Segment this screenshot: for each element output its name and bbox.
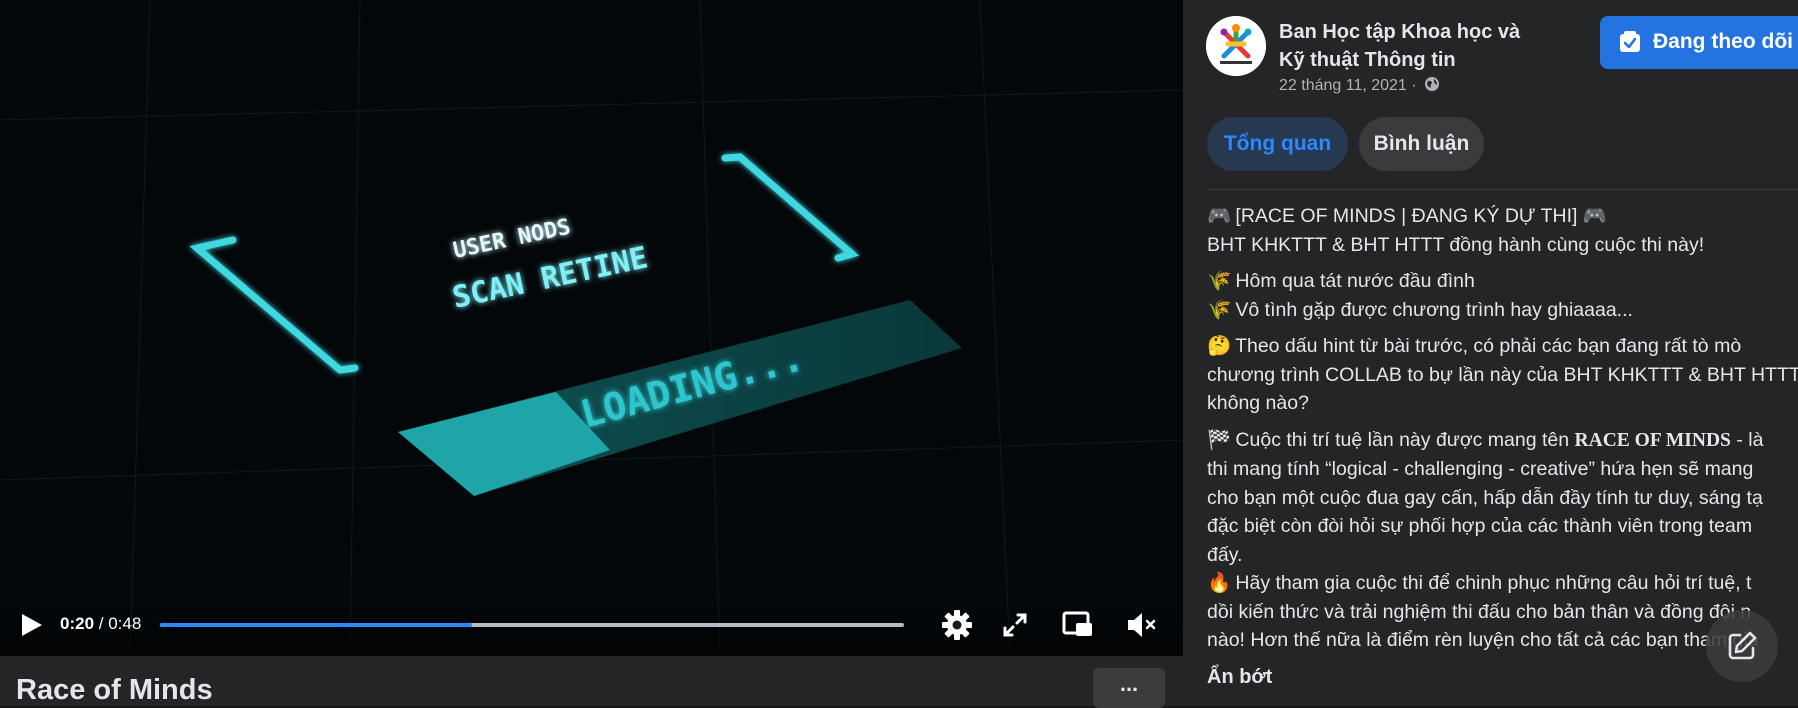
current-time: 0:20 (60, 614, 95, 633)
mini-player-icon (1062, 611, 1092, 636)
post-body: 🎮 [RACE OF MINDS | ĐANG KÝ DỰ THI] 🎮 BHT… (1207, 202, 1798, 655)
post-line: 🏁 Cuộc thi trí tuệ lần này được mang tên… (1207, 426, 1798, 456)
following-button[interactable]: Đang theo dõi (1600, 16, 1798, 69)
fullscreen-icon (1003, 613, 1027, 637)
mini-player-button[interactable] (1061, 608, 1095, 642)
play-icon (22, 614, 42, 636)
total-time: 0:48 (108, 614, 142, 633)
more-options-button[interactable]: ... (1093, 668, 1165, 708)
checkered-flag-icon: 🏁 (1207, 428, 1232, 451)
tab-comments[interactable]: Bình luận (1359, 117, 1484, 171)
post-line: đấy. (1207, 543, 1243, 566)
page-logo (1206, 16, 1266, 76)
video-title: Race of Minds (16, 674, 213, 706)
post-line: đặc biệt còn đòi hỏi sự phối hợp của các… (1207, 515, 1753, 537)
progress-bar[interactable] (160, 623, 904, 627)
fire-icon: 🔥 (1207, 572, 1232, 594)
post-side-panel: Ban Học tập Khoa học và Kỹ thuật Thông t… (1183, 0, 1798, 706)
video-time: 0:20 / 0:48 (60, 614, 141, 634)
settings-icon (942, 610, 972, 640)
volume-muted-icon (1128, 613, 1156, 637)
post-line: 🌾 Vô tình gặp được chương trình hay ghia… (1207, 296, 1798, 325)
post-line: 🎮 [RACE OF MINDS | ĐANG KÝ DỰ THI] 🎮 (1207, 202, 1798, 231)
globe-icon (1425, 77, 1440, 91)
post-line: cho bạn một cuộc đua gay cấn, hấp dẫn đầ… (1207, 486, 1763, 509)
post-line: BHT KHKTTT & BHT HTTT đồng hành cùng cuộ… (1207, 233, 1705, 256)
video-info-bar: Race of Minds ... (0, 656, 1183, 708)
page-avatar[interactable] (1206, 16, 1266, 76)
thinking-face-icon: 🤔 (1207, 335, 1232, 357)
video-player[interactable]: USER NODS SCAN RETINE LOADING... 0:20 / … (0, 0, 1183, 656)
compose-button[interactable] (1706, 610, 1778, 682)
post-line: thi mang tính “logical - challenging - c… (1207, 458, 1754, 480)
post-line: 🤔 Theo dấu hint từ bài trước, có phải cá… (1207, 332, 1798, 361)
video-frame: USER NODS SCAN RETINE LOADING... (0, 0, 1183, 656)
progress-fill (160, 623, 473, 627)
post-line: dồi kiến thức và trải nghiệm thi đấu cho… (1207, 600, 1752, 623)
post-line: chương trình COLLAB to bự lần này của BH… (1207, 363, 1798, 386)
follow-check-icon (1620, 31, 1640, 52)
divider (1207, 189, 1798, 190)
time-separator: / (94, 614, 109, 633)
page-name-link[interactable]: Ban Học tập Khoa học và Kỹ thuật Thông t… (1279, 18, 1549, 74)
following-label: Đang theo dõi (1653, 30, 1793, 53)
tab-overview[interactable]: Tổng quan (1207, 117, 1348, 171)
game-controller-icon: 🎮 (1582, 205, 1608, 227)
rice-icon: 🌾 (1207, 270, 1232, 292)
post-date-text: 22 tháng 11, 2021 · (1279, 77, 1417, 94)
settings-button[interactable] (940, 608, 974, 642)
post-line: 🔥 Hãy tham gia cuộc thi để chinh phục nh… (1207, 569, 1798, 598)
rice-icon: 🌾 (1207, 298, 1232, 321)
post-line: không nào? (1207, 392, 1309, 414)
game-controller-icon: 🎮 (1207, 205, 1232, 227)
fullscreen-button[interactable] (998, 608, 1032, 642)
play-button[interactable] (18, 612, 44, 638)
post-date: 22 tháng 11, 2021 · (1279, 76, 1440, 95)
post-line: 🌾 Hôm qua tát nước đầu đình (1207, 267, 1798, 296)
volume-button[interactable] (1124, 608, 1158, 642)
see-less-link[interactable]: Ẩn bớt (1207, 666, 1272, 689)
compose-icon (1728, 631, 1757, 660)
